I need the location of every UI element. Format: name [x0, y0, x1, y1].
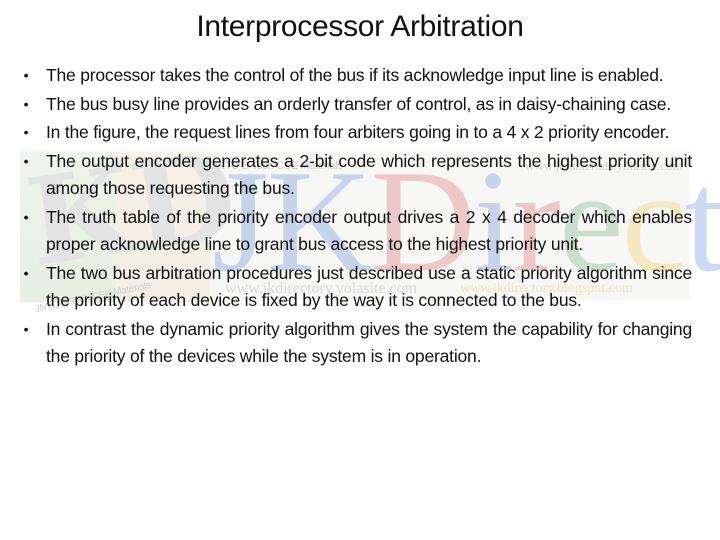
bullet-icon: •	[23, 320, 29, 337]
bullet-item: • In the figure, the request lines from …	[20, 119, 692, 147]
bullet-icon: •	[23, 208, 29, 225]
bullet-icon: •	[23, 264, 29, 281]
bullet-icon: •	[23, 67, 29, 83]
bullet-item: • In contrast the dynamic priority algor…	[20, 316, 693, 371]
bullet-text: The output encoder generates a 2-bit cod…	[46, 150, 692, 199]
bullet-icon: •	[23, 152, 29, 169]
bullet-item: • The two bus arbitration procedures jus…	[20, 260, 693, 315]
bullet-text: The two bus arbitration procedures just …	[46, 262, 692, 311]
bullet-text: In contrast the dynamic priority algorit…	[46, 318, 692, 367]
bullet-list: • The processor takes the control of the…	[20, 62, 693, 372]
bullet-item: • The output encoder generates a 2-bit c…	[20, 148, 693, 203]
bullet-item: • The truth table of the priority encode…	[20, 204, 693, 259]
bullet-item: • The bus busy line provides an orderly …	[20, 91, 692, 119]
bullet-text: The truth table of the priority encoder …	[46, 206, 692, 255]
bullet-text: In the figure, the request lines from fo…	[46, 122, 670, 142]
bullet-text: The bus busy line provides an orderly tr…	[46, 93, 671, 114]
slide: KD JKDirectory! JNTU B Tech CSE Material…	[0, 0, 720, 540]
slide-title: Interprocessor Arbitration	[196, 10, 524, 43]
bullet-item: • The processor takes the control of the…	[20, 62, 692, 90]
bullet-icon: •	[23, 124, 29, 140]
bullet-text: The processor takes the control of the b…	[46, 65, 664, 85]
bullet-icon: •	[23, 95, 29, 112]
